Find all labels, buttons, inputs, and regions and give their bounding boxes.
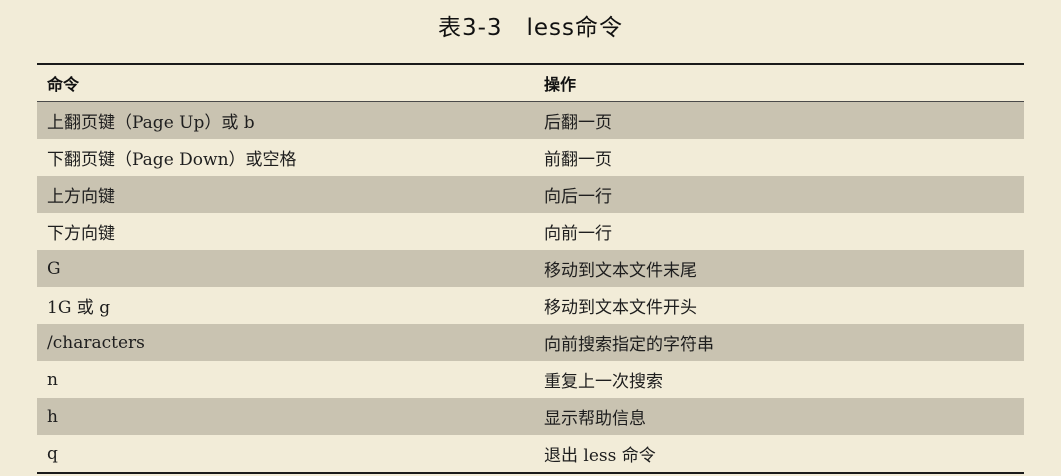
- command-cell: G: [47, 258, 61, 279]
- command-cell: h: [47, 406, 58, 427]
- table-row: 上翻页键（Page Up）或 b 后翻一页: [37, 102, 1024, 139]
- operation-cell: 前翻一页: [544, 150, 612, 170]
- table-caption: 表3-3 less命令: [437, 15, 624, 41]
- table-row: h 显示帮助信息: [37, 398, 1024, 435]
- header-command: 命令: [47, 75, 80, 94]
- operation-cell: 退出 less 命令: [544, 446, 656, 466]
- table-row: 下翻页键（Page Down）或空格 前翻一页: [37, 139, 1024, 176]
- table-row: 上方向键 向后一行: [37, 176, 1024, 213]
- operation-cell: 后翻一页: [544, 113, 612, 133]
- command-cell: /characters: [47, 332, 145, 353]
- table-header-row: 命令 操作: [37, 65, 1024, 102]
- less-commands-table: 命令 操作 上翻页键（Page Up）或 b 后翻一页 下翻页键（Page Do…: [37, 63, 1024, 474]
- table-row: 1G 或 g 移动到文本文件开头: [37, 287, 1024, 324]
- operation-cell: 重复上一次搜索: [544, 372, 663, 392]
- operation-cell: 向前搜索指定的字符串: [544, 335, 714, 355]
- header-operation: 操作: [544, 75, 577, 94]
- table-row: /characters 向前搜索指定的字符串: [37, 324, 1024, 361]
- table-row: 下方向键 向前一行: [37, 213, 1024, 250]
- operation-cell: 显示帮助信息: [544, 409, 646, 429]
- operation-cell: 向前一行: [544, 224, 612, 244]
- command-cell: 上方向键: [47, 187, 115, 207]
- table-row: n 重复上一次搜索: [37, 361, 1024, 398]
- command-cell: 上翻页键（Page Up）或 b: [47, 113, 255, 133]
- table-row: q 退出 less 命令: [37, 435, 1024, 472]
- operation-cell: 移动到文本文件开头: [544, 298, 697, 318]
- table-row: G 移动到文本文件末尾: [37, 250, 1024, 287]
- operation-cell: 向后一行: [544, 187, 612, 207]
- command-cell: q: [47, 443, 58, 464]
- command-cell: 1G 或 g: [47, 298, 111, 318]
- operation-cell: 移动到文本文件末尾: [544, 261, 697, 281]
- command-cell: 下方向键: [47, 224, 115, 244]
- command-cell: 下翻页键（Page Down）或空格: [47, 150, 297, 170]
- command-cell: n: [47, 369, 58, 390]
